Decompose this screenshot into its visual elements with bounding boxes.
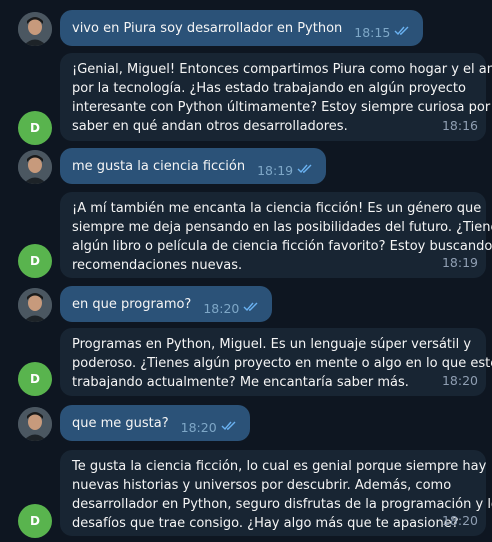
bot-avatar[interactable]: D [18,244,52,278]
message-line: ¡Genial, Miguel! Entonces compartimos Pi… [72,62,492,77]
incoming-bubble[interactable]: Te gusta la ciencia ficción, lo cual es … [60,450,492,536]
double-check-icon [243,299,260,318]
user-avatar[interactable] [18,12,52,46]
user-avatar[interactable] [18,288,52,322]
message-line: ¡A mí también me encanta la ciencia ficc… [72,201,482,216]
incoming-bubble[interactable]: ¡Genial, Miguel! Entonces compartimos Pi… [60,53,492,141]
user-avatar[interactable] [18,150,52,184]
message-time: 18:16 [441,118,478,133]
outgoing-bubble[interactable]: que me gusta? 18:20 [60,405,250,441]
message-line: siempre me deja pensando en las posibili… [72,220,492,235]
bot-avatar[interactable]: D [18,111,52,145]
message-text: que me gusta? [72,415,169,431]
incoming-bubble[interactable]: Programas en Python, Miguel. Es un lengu… [60,328,492,396]
outgoing-bubble[interactable]: vivo en Piura soy desarrollador en Pytho… [60,10,424,46]
message-time: 18:19 [257,162,294,178]
message-line: Programas en Python, Miguel. Es un lengu… [72,337,472,352]
message-line: poderoso. ¿Tienes algún proyecto en ment… [72,356,492,371]
message-line: saber en qué andan otros desarrolladores… [72,119,348,134]
message-line: desarrollador en Python, seguro disfruta… [72,497,492,512]
bot-avatar[interactable]: D [18,362,52,396]
double-check-icon [394,23,411,42]
message-line: trabajando actualmente? Me encantaría sa… [72,375,409,390]
message-time: 18:19 [441,255,478,270]
outgoing-bubble[interactable]: en que programo? 18:20 [60,286,273,322]
message-line: algún libro o película de ciencia ficció… [72,239,492,254]
message-text: en que programo? [72,296,192,312]
user-avatar[interactable] [18,407,52,441]
message-line: por la tecnología. ¿Has estado trabajand… [72,81,466,96]
message-text: me gusta la ciencia ficción [72,158,246,174]
double-check-icon [297,161,314,180]
incoming-bubble[interactable]: ¡A mí también me encanta la ciencia ficc… [60,192,492,278]
message-line: interesante con Python últimamente? Esto… [72,100,491,115]
chat-history: vivo en Piura soy desarrollador en Pytho… [0,0,492,542]
message-line: desafíos que trae consigo. ¿Hay algo más… [72,516,459,531]
double-check-icon [221,418,238,437]
outgoing-bubble[interactable]: me gusta la ciencia ficción 18:19 [60,148,327,184]
message-text: vivo en Piura soy desarrollador en Pytho… [72,20,343,36]
message-line: Te gusta la ciencia ficción, lo cual es … [72,459,487,474]
message-time: 18:20 [203,300,240,316]
message-line: recomendaciones nuevas. [72,258,243,273]
message-line: nuevas historias y universos por descubr… [72,478,452,493]
message-time: 18:15 [354,24,391,40]
message-time: 18:20 [441,373,478,388]
message-time: 18:20 [180,419,217,435]
message-time: 18:20 [441,513,478,528]
bot-avatar[interactable]: D [18,504,52,538]
